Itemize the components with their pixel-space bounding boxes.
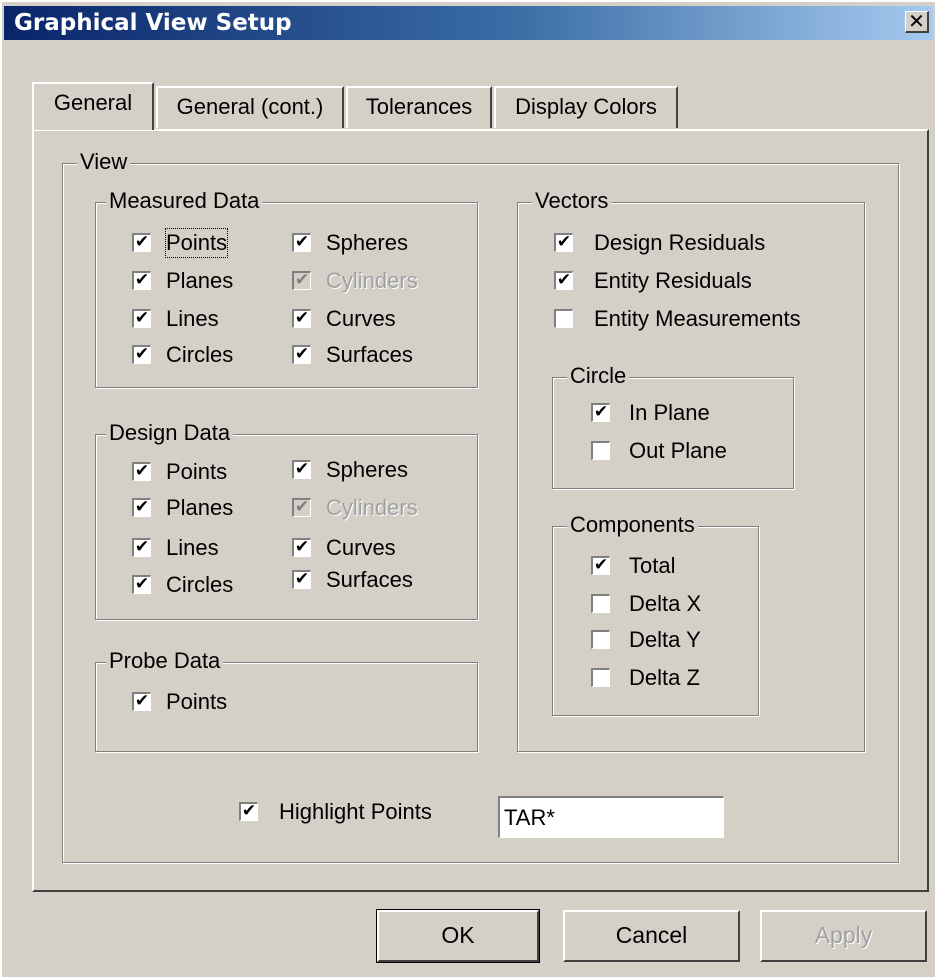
close-icon: ✕ (908, 9, 925, 33)
out-plane-check (591, 441, 610, 460)
title-bar[interactable]: Graphical View Setup ✕ (4, 6, 933, 40)
graphical-view-setup-dialog: Graphical View Setup ✕ General General (… (0, 0, 935, 977)
measured-surfaces-check: ✔ (292, 345, 311, 364)
close-button[interactable]: ✕ (905, 11, 929, 33)
tab-general-cont[interactable]: General (cont.) (156, 86, 344, 128)
measured-spheres-check: ✔ (292, 233, 311, 252)
measured-circles-check: ✔ (132, 345, 151, 364)
highlight-points-check: ✔ (239, 802, 258, 821)
measured-cylinders-label: Cylinders (326, 268, 418, 293)
design-lines-label: Lines (166, 535, 219, 560)
probe-data-label: Probe Data (106, 648, 224, 674)
design-curves-label: Curves (326, 535, 396, 560)
in-plane-label: In Plane (629, 400, 710, 425)
view-group-label: View (77, 149, 131, 175)
entity-residuals-check: ✔ (554, 271, 573, 290)
tab-tolerances-label: Tolerances (365, 94, 473, 119)
measured-data-group: Measured Data (95, 188, 478, 388)
measured-planes-check: ✔ (132, 271, 151, 290)
design-cylinders-label: Cylinders (326, 495, 418, 520)
design-curves-check: ✔ (292, 538, 311, 557)
out-plane-label: Out Plane (629, 438, 727, 463)
total-check: ✔ (591, 556, 610, 575)
tab-display-colors[interactable]: Display Colors (494, 86, 678, 128)
design-circles-check: ✔ (132, 575, 151, 594)
design-residuals-label: Design Residuals (594, 230, 766, 255)
design-cylinders-check: ✔ (292, 498, 311, 517)
delta-y-check (591, 630, 610, 649)
design-surfaces-label: Surfaces (326, 567, 413, 592)
design-data-label: Design Data (106, 420, 234, 446)
apply-button: Apply (760, 910, 927, 962)
tab-general[interactable]: General (32, 82, 154, 130)
measured-surfaces-label: Surfaces (326, 342, 413, 367)
components-label: Components (567, 512, 698, 538)
vectors-label: Vectors (532, 188, 612, 214)
apply-button-label: Apply (814, 922, 873, 948)
design-points-check: ✔ (132, 462, 151, 481)
tab-general-label: General (53, 90, 133, 115)
delta-x-label: Delta X (629, 591, 702, 616)
measured-planes-label: Planes (166, 268, 234, 293)
design-residuals-check: ✔ (554, 233, 573, 252)
probe-data-group: Probe Data (95, 648, 478, 752)
measured-lines-check: ✔ (132, 309, 151, 328)
measured-circles-label: Circles (166, 342, 234, 367)
probe-points-label: Points (166, 689, 228, 714)
highlight-pattern-input[interactable] (498, 796, 724, 838)
design-spheres-check: ✔ (292, 460, 311, 479)
measured-points-check: ✔ (132, 233, 151, 252)
design-points-label: Points (166, 459, 228, 484)
measured-lines-label: Lines (166, 306, 219, 331)
design-lines-check: ✔ (132, 538, 151, 557)
in-plane-check: ✔ (591, 403, 610, 422)
highlight-points-label: Highlight Points (279, 799, 432, 824)
design-surfaces-check: ✔ (292, 570, 311, 589)
circle-label: Circle (567, 363, 630, 389)
delta-y-label: Delta Y (629, 627, 701, 652)
measured-curves-check: ✔ (292, 309, 311, 328)
design-data-group: Design Data (95, 420, 478, 620)
design-planes-label: Planes (166, 495, 234, 520)
design-planes-check: ✔ (132, 498, 151, 517)
probe-points-check: ✔ (132, 692, 151, 711)
tab-tolerances[interactable]: Tolerances (346, 86, 492, 128)
entity-measurements-label: Entity Measurements (594, 306, 801, 331)
measured-cylinders-check: ✔ (292, 271, 311, 290)
ok-button[interactable]: OK (377, 910, 539, 962)
measured-curves-label: Curves (326, 306, 396, 331)
delta-x-check (591, 594, 610, 613)
ok-button-label: OK (441, 922, 475, 948)
cancel-button-label: Cancel (615, 922, 688, 948)
cancel-button[interactable]: Cancel (563, 910, 740, 962)
entity-measurements-check (554, 309, 573, 328)
total-label: Total (629, 553, 676, 578)
window-title: Graphical View Setup (14, 10, 292, 36)
measured-points-label: Points (164, 228, 229, 258)
measured-data-label: Measured Data (106, 188, 263, 214)
delta-z-check (591, 668, 610, 687)
entity-residuals-label: Entity Residuals (594, 268, 752, 293)
tab-display-colors-label: Display Colors (515, 94, 657, 119)
tab-general-cont-label: General (cont.) (176, 94, 324, 119)
design-circles-label: Circles (166, 572, 234, 597)
measured-spheres-label: Spheres (326, 230, 408, 255)
circle-group: Circle (552, 363, 794, 489)
delta-z-label: Delta Z (629, 665, 700, 690)
design-spheres-label: Spheres (326, 457, 408, 482)
